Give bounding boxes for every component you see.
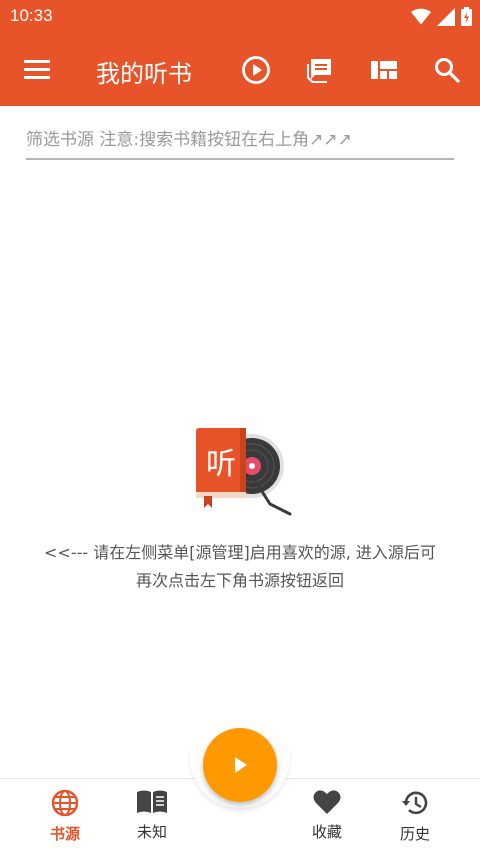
- audiobook-icon: 听: [196, 428, 292, 516]
- empty-message-line-2: 再次点击左下角书源按钮返回: [135, 571, 344, 590]
- chat-button[interactable]: [304, 54, 336, 86]
- filter-field: [26, 122, 454, 160]
- play-icon: [235, 757, 247, 773]
- filter-input[interactable]: [26, 122, 454, 158]
- badge-text: 听: [206, 447, 236, 482]
- search-button[interactable]: [431, 54, 463, 86]
- nav-label-favorites: 收藏: [311, 823, 342, 841]
- nav-item-history[interactable]: 历史: [380, 789, 450, 849]
- battery-icon: [461, 7, 472, 26]
- view-dashboard-icon: [371, 61, 397, 79]
- play-circle-icon: [242, 56, 270, 84]
- book-open-icon: [137, 790, 167, 813]
- page-title: 我的听书: [96, 60, 192, 88]
- empty-state-message: <<--- 请在左侧菜单[源管理]启用喜欢的源, 进入源后可 再次点击左下角书源…: [10, 539, 470, 595]
- globe-icon: [51, 789, 79, 817]
- app-bar: 我的听书: [0, 34, 480, 106]
- empty-message-line-1: <<--- 请在左侧菜单[源管理]启用喜欢的源, 进入源后可: [44, 543, 436, 562]
- history-icon: [402, 791, 428, 815]
- chat-icon: [307, 59, 331, 83]
- search-icon: [435, 58, 460, 83]
- heart-icon: [313, 790, 341, 814]
- nav-label-sources: 书源: [49, 825, 80, 843]
- status-bar: 10:33: [0, 0, 480, 34]
- play-button[interactable]: [240, 54, 272, 86]
- play-fab[interactable]: [203, 728, 277, 802]
- status-icons: [411, 7, 472, 26]
- signal-icon: [437, 7, 455, 26]
- nav-label-history: 历史: [399, 825, 430, 843]
- nav-item-unknown[interactable]: 未知: [117, 789, 187, 849]
- layout-button[interactable]: [368, 54, 400, 86]
- wifi-icon: [411, 8, 431, 24]
- nav-item-sources[interactable]: 书源: [30, 789, 100, 849]
- menu-icon[interactable]: [24, 57, 52, 81]
- status-time: 10:33: [10, 6, 53, 25]
- nav-label-unknown: 未知: [136, 823, 167, 841]
- nav-item-favorites[interactable]: 收藏: [292, 789, 362, 849]
